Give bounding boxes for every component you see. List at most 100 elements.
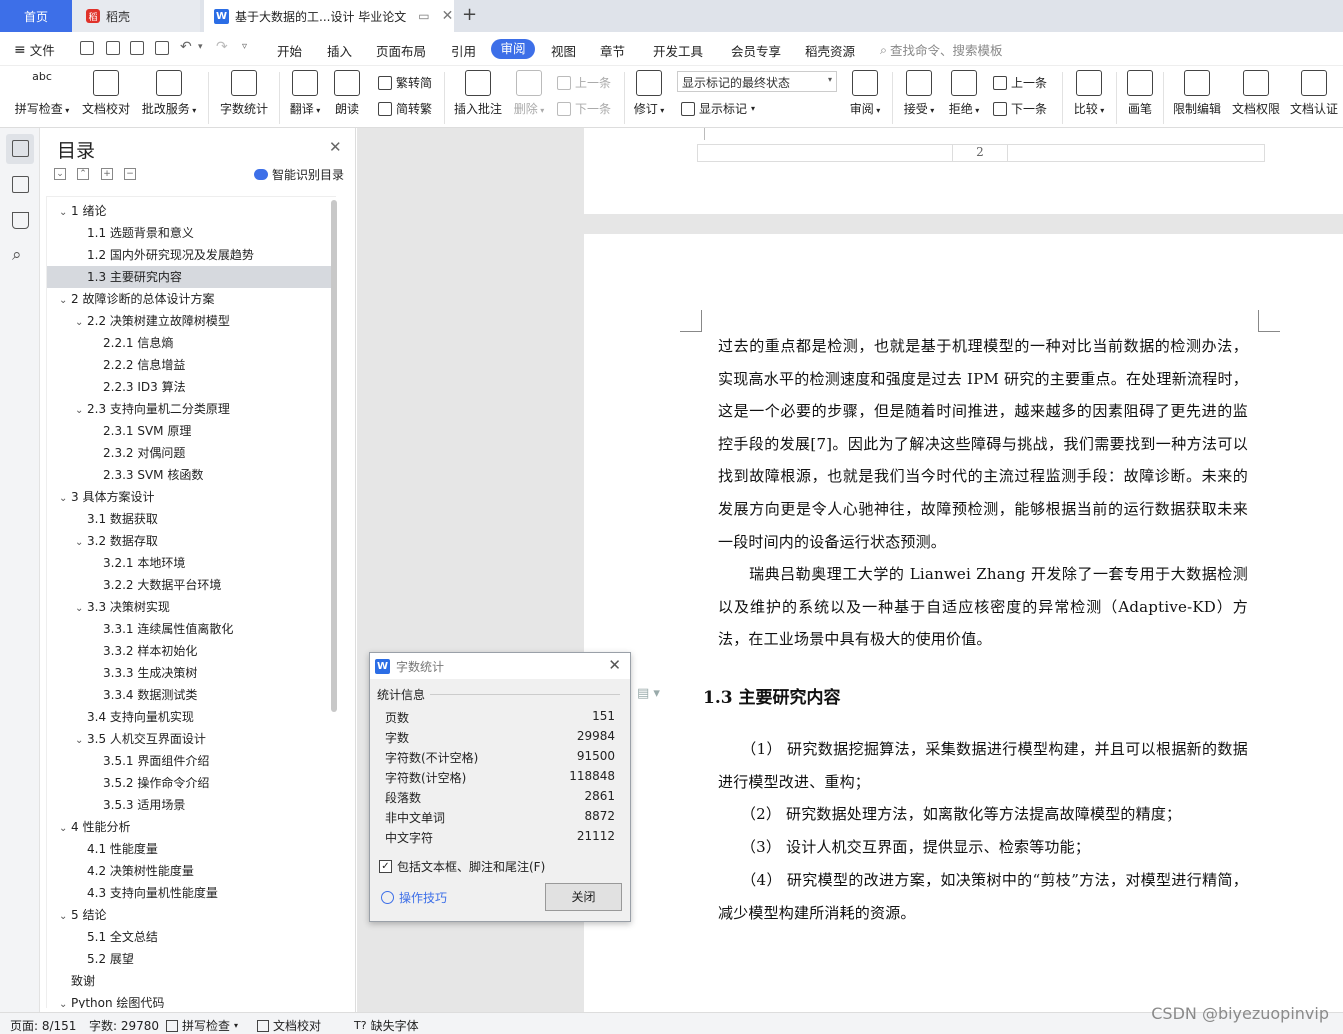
chevron-down-icon[interactable]: ⌄ [75,532,87,554]
delete-comment-button[interactable]: 删除 ▾ [510,70,548,117]
chevron-down-icon[interactable]: ⌄ [59,488,71,510]
chevron-down-icon[interactable]: ⌄ [75,730,87,752]
page-indicator[interactable]: 页面: 8/151 [10,1017,76,1034]
toc-item[interactable]: 3.5.3 适用场景 [47,794,331,816]
word-count-indicator[interactable]: 字数: 29780 [89,1017,159,1034]
toc-item[interactable]: 2.2.2 信息增益 [47,354,331,376]
toc-item[interactable]: 2.2.1 信息熵 [47,332,331,354]
chevron-down-icon[interactable]: ⌄ [59,202,71,224]
reject-button[interactable]: 拒绝 ▾ [945,70,983,117]
restrict-edit-button[interactable]: 限制编辑 [1170,70,1224,117]
file-menu[interactable]: ≡ 文件 [14,40,55,59]
body-paragraph[interactable]: 过去的重点都是检测，也就是基于机理模型的一种对比当前数据的检测办法，实现高水平的… [718,330,1248,558]
chevron-down-icon[interactable]: ⌄ [75,312,87,334]
chevron-down-icon[interactable]: ⌄ [59,818,71,840]
toc-item[interactable]: 4.2 决策树性能度量 [47,860,331,882]
command-search[interactable]: ⌕ 查找命令、搜索模板 [880,40,1003,59]
accept-button[interactable]: 接受 ▾ [900,70,938,117]
tab-restore-icon[interactable]: ▭ [418,9,429,23]
toc-item[interactable]: 5.2 展望 [47,948,331,970]
save-icon[interactable] [80,41,94,55]
menu-section[interactable]: 章节 [600,41,625,60]
toc-item[interactable]: ⌄ 3.2 数据存取 [47,530,331,552]
smart-toc-button[interactable]: 智能识别目录 [254,166,344,183]
toc-item[interactable]: ⌄ 3.5 人机交互界面设计 [47,728,331,750]
toc-item[interactable]: 3.1 数据获取 [47,508,331,530]
tab-document[interactable]: W 基于大数据的工...设计 毕业论文 ▭ ✕ [204,0,454,32]
close-icon[interactable]: ✕ [608,656,621,674]
review-pane-button[interactable]: 审阅 ▾ [846,70,884,117]
toc-item[interactable]: 2.3.3 SVM 核函数 [47,464,331,486]
include-textbox-checkbox[interactable]: ✓ 包括文本框、脚注和尾注(F) [379,858,545,875]
status-spell-check[interactable]: 拼写检查 ▾ [166,1017,238,1034]
toc-item[interactable]: 3.2.2 大数据平台环境 [47,574,331,596]
toc-item[interactable]: ⌄ 1 绪论 [47,200,331,222]
undo-icon[interactable]: ↶ [180,39,192,55]
remove-heading-icon[interactable]: − [124,168,136,180]
list-item[interactable]: （1） 研究数据挖掘算法，采集数据进行模型构建，并且可以根据新的数据进行模型改进… [718,733,1248,798]
tab-close-icon[interactable]: ✕ [442,8,454,24]
toc-item[interactable]: 3.3.1 连续属性值离散化 [47,618,331,640]
find-icon[interactable]: ⌕ [12,245,22,265]
prev-change-button[interactable]: 上一条 [993,74,1047,91]
redo-icon[interactable]: ↷ [216,39,228,55]
customize-toolbar-icon[interactable]: ▿ [242,41,247,52]
revise-button[interactable]: 修订 ▾ [631,70,667,117]
add-heading-icon[interactable]: + [101,168,113,180]
toc-scrollbar[interactable] [331,200,337,712]
doc-certify-button[interactable]: 文档认证 [1288,70,1340,117]
compare-button[interactable]: 比较 ▾ [1070,70,1108,117]
toc-item[interactable]: 致谢 [47,970,331,992]
chevron-down-icon[interactable]: ⌄ [59,994,71,1008]
section-heading[interactable]: 1.3 主要研究内容 [703,683,841,708]
next-comment-button[interactable]: 下一条 [557,100,611,117]
toc-item[interactable]: ⌄ 2.2 决策树建立故障树模型 [47,310,331,332]
tab-home[interactable]: 首页 [0,0,72,32]
toc-item[interactable]: 3.3.3 生成决策树 [47,662,331,684]
toc-item[interactable]: 2.2.3 ID3 算法 [47,376,331,398]
insert-comment-button[interactable]: 插入批注 [452,70,504,117]
toc-item[interactable]: ⌄ 3.3 决策树实现 [47,596,331,618]
chevron-down-icon[interactable]: ⌄ [59,906,71,928]
expand-all-icon[interactable]: ⌃ [77,168,89,180]
chevron-down-icon[interactable]: ⌄ [59,290,71,312]
toc-item[interactable]: 3.5.1 界面组件介绍 [47,750,331,772]
chevron-down-icon[interactable]: ⌄ [75,598,87,620]
toc-item[interactable]: 2.3.1 SVM 原理 [47,420,331,442]
mark-state-select[interactable]: 显示标记的最终状态 ▾ [677,71,837,92]
list-item[interactable]: （2） 研究数据处理方法，如离散化等方法提高故障模型的精度； [718,798,1248,831]
toc-item[interactable]: ⌄ 2.3 支持向量机二分类原理 [47,398,331,420]
menu-review[interactable]: 审阅 [491,39,535,59]
undo-dropdown-icon[interactable]: ▾ [198,42,203,52]
new-tab-icon[interactable]: + [462,4,477,25]
chapter-nav-icon[interactable] [12,176,29,193]
list-item[interactable]: （4） 研究模型的改进方案，如决策树中的“剪枝”方法，对模型进行精简，减少模型构… [718,864,1248,929]
pen-button[interactable]: 画笔 [1124,70,1156,117]
doc-permission-button[interactable]: 文档权限 [1230,70,1282,117]
toc-item[interactable]: 1.2 国内外研究现况及发展趋势 [47,244,331,266]
read-aloud-button[interactable]: 朗读 [330,70,364,117]
menu-insert[interactable]: 插入 [327,41,352,60]
annotate-service-button[interactable]: 批改服务 ▾ [140,70,198,117]
toc-item[interactable]: 4.1 性能度量 [47,838,331,860]
toc-item[interactable]: 3.2.1 本地环境 [47,552,331,574]
paragraph-menu-icon[interactable]: ▤ ▾ [637,686,660,701]
toc-item[interactable]: 4.3 支持向量机性能度量 [47,882,331,904]
prev-comment-button[interactable]: 上一条 [557,74,611,91]
menu-references[interactable]: 引用 [451,41,476,60]
list-item[interactable]: （3） 设计人机交互界面，提供显示、检索等功能； [718,831,1248,864]
toc-item[interactable]: 3.3.4 数据测试类 [47,684,331,706]
body-paragraph[interactable]: 瑞典吕勒奥理工大学的 Lianwei Zhang 开发除了一套专用于大数据检测以… [718,558,1248,656]
export-pdf-icon[interactable] [106,41,120,55]
menu-view[interactable]: 视图 [551,41,576,60]
dialog-title-bar[interactable]: W 字数统计 ✕ [370,653,630,679]
toc-item[interactable]: 3.4 支持向量机实现 [47,706,331,728]
toc-item[interactable]: ⌄ 2 故障诊断的总体设计方案 [47,288,331,310]
toc-item[interactable]: ⌄ 4 性能分析 [47,816,331,838]
menu-start[interactable]: 开始 [277,41,302,60]
close-button[interactable]: 关闭 [545,883,622,911]
print-preview-icon[interactable] [155,41,169,55]
close-icon[interactable]: ✕ [329,138,342,156]
simp-to-trad-button[interactable]: 简转繁 [378,100,432,117]
collapse-all-icon[interactable]: ⌄ [54,168,66,180]
